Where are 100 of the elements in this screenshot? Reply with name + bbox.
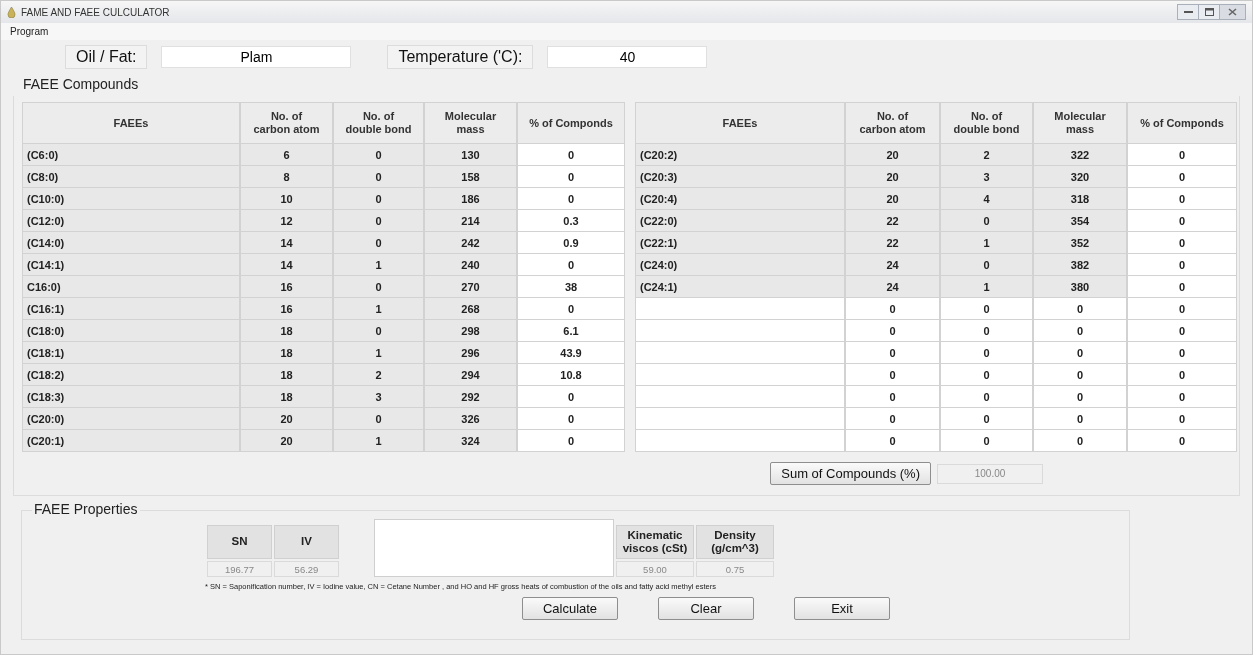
close-icon <box>1228 8 1237 16</box>
table-cell: 14 <box>240 232 333 254</box>
temperature-label: Temperature ('C): <box>387 45 534 69</box>
close-button[interactable] <box>1219 4 1246 20</box>
percent-input[interactable]: 0 <box>517 430 625 452</box>
table-cell: 0 <box>940 254 1033 276</box>
property-header: SN <box>207 525 272 559</box>
maximize-button[interactable] <box>1198 4 1220 20</box>
table-cell: 322 <box>1033 144 1127 166</box>
table-cell: (C14:0) <box>22 232 240 254</box>
table-cell: 0 <box>940 342 1033 364</box>
minimize-button[interactable] <box>1177 4 1199 20</box>
percent-input[interactable]: 0 <box>1127 276 1237 298</box>
table-cell: 1 <box>940 276 1033 298</box>
table-cell: 242 <box>424 232 517 254</box>
table-cell: 1 <box>333 254 424 276</box>
table-cell: 12 <box>240 210 333 232</box>
column-header: Molecular mass <box>424 102 517 144</box>
action-button[interactable]: Exit <box>794 597 890 620</box>
table-cell: 8 <box>240 166 333 188</box>
table-cell: 0 <box>940 408 1033 430</box>
table-cell: (C24:1) <box>635 276 845 298</box>
action-button[interactable]: Clear <box>658 597 754 620</box>
table-cell: 10 <box>240 188 333 210</box>
percent-input[interactable]: 0 <box>1127 386 1237 408</box>
table-cell: 0 <box>1033 430 1127 452</box>
table-cell: 0 <box>845 342 940 364</box>
table-cell: 1 <box>333 430 424 452</box>
table-cell: (C20:3) <box>635 166 845 188</box>
property-header: Density (g/cm^3) <box>696 525 774 559</box>
table-cell: 20 <box>845 166 940 188</box>
table-cell: C16:0) <box>22 276 240 298</box>
table-cell: 20 <box>240 408 333 430</box>
table-cell: 0 <box>845 430 940 452</box>
percent-input[interactable]: 0 <box>517 166 625 188</box>
table-cell: 324 <box>424 430 517 452</box>
percent-input[interactable]: 6.1 <box>517 320 625 342</box>
table-cell: (C10:0) <box>22 188 240 210</box>
percent-input[interactable]: 0 <box>1127 320 1237 342</box>
table-cell: (C8:0) <box>22 166 240 188</box>
table-cell: 318 <box>1033 188 1127 210</box>
column-header: FAEEs <box>635 102 845 144</box>
column-header: No. of carbon atom <box>240 102 333 144</box>
table-cell: 0 <box>1033 408 1127 430</box>
percent-input[interactable]: 0 <box>1127 232 1237 254</box>
table-cell: 4 <box>940 188 1033 210</box>
table-cell: (C14:1) <box>22 254 240 276</box>
percent-input[interactable]: 0 <box>1127 364 1237 386</box>
table-cell: (C20:4) <box>635 188 845 210</box>
maximize-icon <box>1204 8 1214 16</box>
table-cell: 0 <box>1033 364 1127 386</box>
table-cell: 0 <box>333 232 424 254</box>
percent-input[interactable]: 0 <box>1127 342 1237 364</box>
table-cell: (C20:1) <box>22 430 240 452</box>
percent-input[interactable]: 10.8 <box>517 364 625 386</box>
percent-input[interactable]: 0 <box>517 144 625 166</box>
table-cell: 1 <box>940 232 1033 254</box>
percent-input[interactable]: 0 <box>1127 210 1237 232</box>
column-header: No. of double bond <box>940 102 1033 144</box>
table-cell: 0 <box>940 320 1033 342</box>
percent-input[interactable]: 0 <box>517 298 625 320</box>
table-cell: 292 <box>424 386 517 408</box>
table-cell: (C16:1) <box>22 298 240 320</box>
percent-input[interactable]: 0 <box>1127 254 1237 276</box>
percent-input[interactable]: 0.3 <box>517 210 625 232</box>
menu-item[interactable]: Program <box>7 26 52 37</box>
table-cell: 0 <box>940 210 1033 232</box>
temperature-field[interactable]: 40 <box>547 46 708 68</box>
table-cell: 0 <box>333 166 424 188</box>
percent-input[interactable]: 0 <box>1127 408 1237 430</box>
table-cell: (C20:2) <box>635 144 845 166</box>
table-cell: (C18:2) <box>22 364 240 386</box>
table-cell: 0 <box>845 364 940 386</box>
table-cell: 22 <box>845 232 940 254</box>
column-header: No. of double bond <box>333 102 424 144</box>
percent-input[interactable]: 0 <box>517 188 625 210</box>
table-cell: 268 <box>424 298 517 320</box>
table-cell: 18 <box>240 342 333 364</box>
percent-input[interactable]: 38 <box>517 276 625 298</box>
percent-input[interactable]: 43.9 <box>517 342 625 364</box>
table-cell: 354 <box>1033 210 1127 232</box>
oil-fat-field[interactable]: Plam <box>161 46 352 68</box>
table-cell: 130 <box>424 144 517 166</box>
percent-input[interactable]: 0 <box>1127 166 1237 188</box>
percent-input[interactable]: 0 <box>517 386 625 408</box>
column-header: No. of carbon atom <box>845 102 940 144</box>
table-cell: 0 <box>845 298 940 320</box>
table-cell: 0 <box>333 188 424 210</box>
table-cell: 0 <box>940 430 1033 452</box>
percent-input[interactable]: 0.9 <box>517 232 625 254</box>
percent-input[interactable]: 0 <box>1127 144 1237 166</box>
percent-input[interactable]: 0 <box>517 254 625 276</box>
window-title: FAME AND FAEE CULCULATOR <box>21 6 170 18</box>
table-cell: 0 <box>333 144 424 166</box>
percent-input[interactable]: 0 <box>1127 188 1237 210</box>
percent-input[interactable]: 0 <box>517 408 625 430</box>
percent-input[interactable]: 0 <box>1127 430 1237 452</box>
table-cell: 0 <box>845 408 940 430</box>
action-button[interactable]: Calculate <box>522 597 618 620</box>
percent-input[interactable]: 0 <box>1127 298 1237 320</box>
